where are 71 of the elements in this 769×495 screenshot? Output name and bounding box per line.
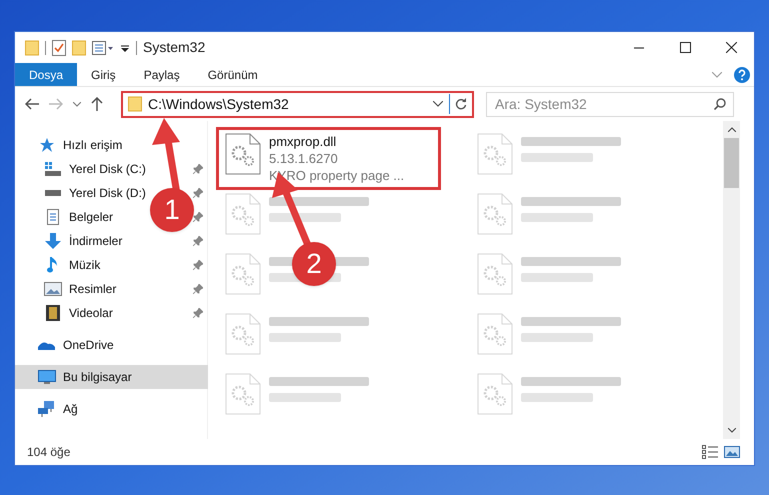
drive-icon bbox=[45, 190, 61, 196]
pin-icon[interactable] bbox=[193, 284, 203, 294]
pin-icon[interactable] bbox=[193, 236, 203, 246]
pin-icon[interactable] bbox=[193, 164, 203, 174]
sidebar-item[interactable]: İndirmeler bbox=[37, 229, 126, 253]
file-name: pmxprop.dll bbox=[269, 133, 338, 150]
sidebar-item[interactable]: Müzik bbox=[37, 253, 104, 277]
file-detail: 5.13.1.6270 bbox=[269, 150, 339, 167]
blurred-text-bar bbox=[520, 393, 592, 402]
ribbon-tab[interactable]: Giriş bbox=[77, 63, 130, 86]
folder-icon bbox=[128, 96, 142, 112]
sidebar-item[interactable]: OneDrive bbox=[15, 333, 208, 357]
film-icon bbox=[46, 305, 60, 321]
ribbon-tab[interactable]: Paylaş bbox=[130, 63, 194, 86]
window-title: System32 bbox=[143, 38, 206, 57]
search-field[interactable]: Ara: System32 bbox=[486, 92, 734, 116]
details-view-icon[interactable] bbox=[702, 445, 718, 459]
image-icon bbox=[44, 282, 62, 296]
document-icon bbox=[47, 209, 59, 225]
ribbon-tab[interactable]: Görünüm bbox=[194, 63, 272, 86]
forward-arrow-icon[interactable] bbox=[49, 98, 63, 110]
download-arrow-icon bbox=[45, 233, 61, 249]
refresh-icon[interactable] bbox=[455, 98, 467, 110]
search-icon bbox=[714, 98, 726, 110]
maximize-icon bbox=[680, 42, 690, 53]
item-count: 104 öğe bbox=[27, 444, 70, 461]
properties-icon[interactable] bbox=[52, 40, 66, 56]
new-folder-icon[interactable] bbox=[72, 40, 86, 56]
star-icon bbox=[39, 137, 55, 153]
dll-file-icon bbox=[225, 133, 261, 175]
scroll-up-icon[interactable] bbox=[728, 127, 736, 132]
customize-caret-icon[interactable] bbox=[120, 42, 130, 52]
up-arrow-icon[interactable] bbox=[91, 97, 103, 111]
folder-icon[interactable] bbox=[25, 40, 39, 56]
scroll-thumb[interactable] bbox=[724, 138, 739, 188]
music-note-icon bbox=[47, 257, 59, 273]
blurred-text-bar bbox=[520, 273, 592, 282]
help-icon[interactable] bbox=[734, 66, 750, 82]
ribbon-tab[interactable]: Dosya bbox=[15, 63, 78, 86]
sidebar-item[interactable]: Yerel Disk (C:) bbox=[37, 157, 150, 181]
back-arrow-icon[interactable] bbox=[25, 98, 39, 110]
recent-caret-icon[interactable] bbox=[73, 102, 81, 106]
pin-icon[interactable] bbox=[193, 188, 203, 198]
sidebar-item[interactable]: Hızlı erişim bbox=[15, 133, 208, 157]
drive-icon bbox=[45, 162, 61, 176]
sidebar-item[interactable]: Videolar bbox=[37, 301, 117, 325]
blurred-text-bar bbox=[520, 333, 592, 342]
blurred-text-bar bbox=[520, 153, 592, 162]
scrollbar[interactable] bbox=[723, 121, 740, 439]
blurred-text-bar bbox=[269, 393, 341, 402]
close-icon bbox=[726, 42, 736, 53]
list-icon[interactable] bbox=[92, 40, 114, 54]
network-icon bbox=[38, 401, 56, 417]
sidebar-item[interactable]: Resimler bbox=[37, 277, 120, 301]
scroll-down-icon[interactable] bbox=[728, 428, 736, 433]
pin-icon[interactable] bbox=[193, 308, 203, 318]
sidebar-item[interactable]: Ağ bbox=[15, 397, 208, 421]
blurred-text-bar bbox=[520, 213, 592, 222]
sidebar-item[interactable]: Yerel Disk (D:) bbox=[37, 181, 150, 205]
sidebar-item[interactable]: Bu bilgisayar bbox=[15, 365, 208, 389]
pin-icon[interactable] bbox=[193, 212, 203, 222]
thumbnail-view-icon[interactable] bbox=[724, 445, 740, 459]
address-path: C:\Windows\System32 bbox=[148, 94, 289, 114]
pin-icon[interactable] bbox=[193, 260, 203, 270]
address-bar[interactable]: C:\Windows\System32 bbox=[121, 90, 474, 118]
dropdown-caret-icon[interactable] bbox=[433, 101, 443, 107]
blurred-text-bar bbox=[269, 333, 341, 342]
monitor-icon bbox=[38, 370, 56, 384]
expand-ribbon-icon[interactable] bbox=[712, 72, 722, 78]
sidebar-item[interactable]: Belgeler bbox=[37, 205, 118, 229]
minimize-icon bbox=[634, 46, 644, 48]
